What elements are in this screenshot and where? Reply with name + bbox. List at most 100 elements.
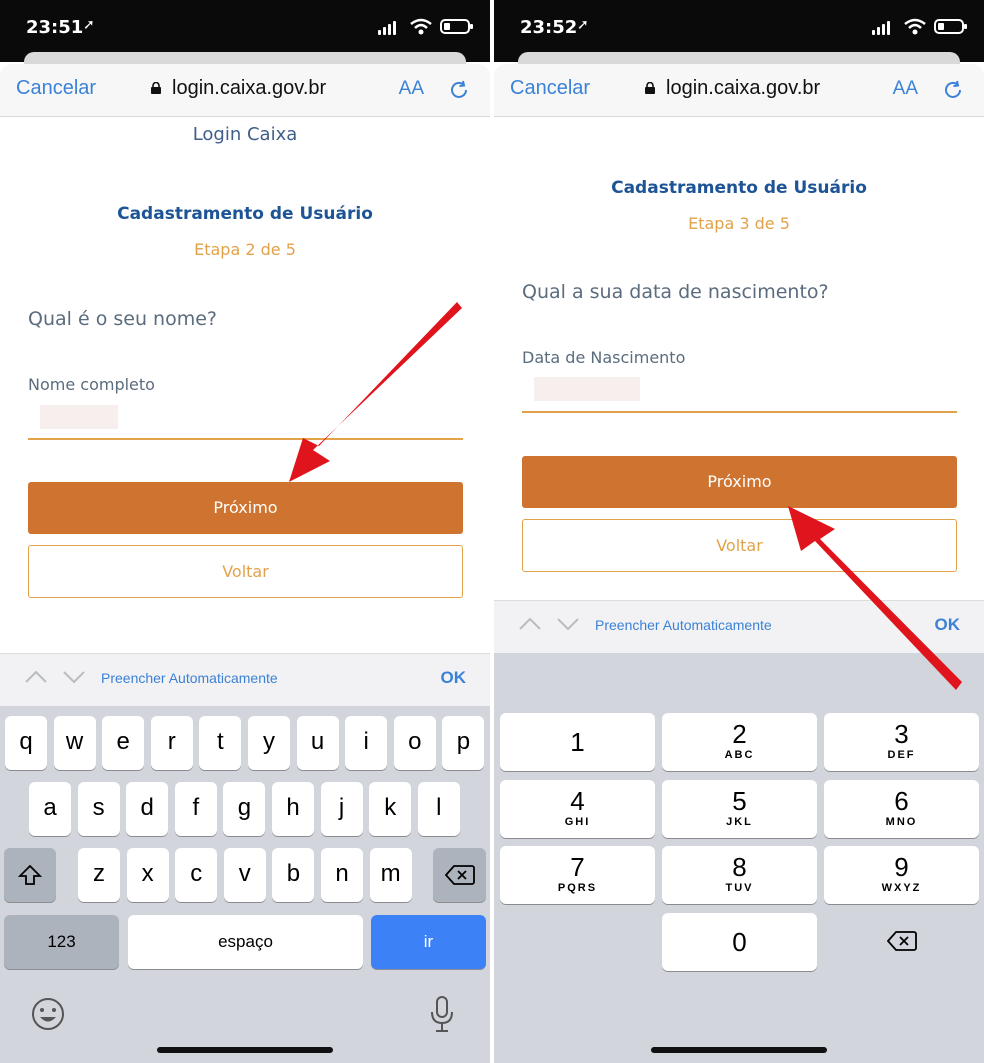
url-field[interactable]: login.caixa.gov.br	[644, 77, 820, 100]
key-o[interactable]: o	[393, 716, 436, 770]
next-button[interactable]: Próximo	[28, 482, 463, 534]
chevron-up-icon[interactable]	[519, 617, 541, 631]
keypad-key-8[interactable]: 8 TUV	[662, 846, 817, 904]
keypad-digit: 6	[894, 785, 909, 816]
keypad-letters: DEF	[887, 749, 916, 761]
key-b[interactable]: b	[272, 848, 315, 902]
key-p[interactable]: p	[442, 716, 485, 770]
name-input-underline	[28, 438, 463, 440]
key-j[interactable]: j	[320, 782, 363, 836]
key-w[interactable]: w	[53, 716, 96, 770]
name-input[interactable]	[40, 405, 118, 429]
chevron-down-icon[interactable]	[63, 670, 85, 684]
key-i[interactable]: i	[345, 716, 388, 770]
key-y[interactable]: y	[248, 716, 290, 770]
step-indicator: Etapa 2 de 5	[194, 240, 296, 259]
go-key[interactable]: ir	[371, 915, 486, 969]
browser-navbar: Cancelar login.caixa.gov.br AA	[494, 64, 984, 117]
keypad-key-3[interactable]: 3 DEF	[824, 713, 979, 771]
status-time: 23:51	[26, 17, 84, 38]
reload-icon[interactable]	[942, 79, 964, 101]
keypad-digit: 8	[732, 852, 747, 882]
battery-icon	[934, 19, 967, 34]
numeric-keypad: 1 2 ABC 3 DEF 4 GHI 5 JKL 6 MNO 7 PQRS 8 TUV 9 WXYZ 0	[494, 653, 984, 1063]
autofill-button[interactable]: Preencher Automaticamente	[101, 670, 278, 686]
question-text: Qual é o seu nome?	[28, 308, 217, 330]
reload-icon[interactable]	[448, 79, 470, 101]
back-button[interactable]: Voltar	[28, 545, 463, 598]
back-button[interactable]: Voltar	[522, 519, 957, 572]
text-size-button[interactable]: AA	[399, 78, 424, 100]
cellular-signal-icon	[872, 21, 892, 35]
birthdate-input[interactable]	[534, 377, 640, 401]
keypad-digit: 7	[570, 852, 585, 882]
keypad-key-2[interactable]: 2 ABC	[662, 713, 817, 771]
keypad-letters: WXYZ	[881, 882, 922, 894]
chevron-down-icon[interactable]	[557, 617, 579, 631]
key-k[interactable]: k	[369, 782, 412, 836]
keypad-digit: 2	[732, 719, 747, 749]
delete-key[interactable]	[433, 848, 486, 902]
keypad-key-7[interactable]: 7 PQRS	[500, 846, 655, 904]
key-d[interactable]: d	[126, 782, 169, 836]
keypad-digit: 9	[894, 852, 909, 882]
keypad-key-6[interactable]: 6 MNO	[824, 779, 979, 838]
url-text: login.caixa.gov.br	[172, 77, 327, 99]
keypad-key-1[interactable]: 1	[500, 713, 655, 771]
key-t[interactable]: t	[199, 716, 242, 770]
key-g[interactable]: g	[223, 782, 266, 836]
page-title: Cadastramento de Usuário	[611, 178, 867, 198]
key-f[interactable]: f	[174, 782, 217, 836]
emoji-icon[interactable]	[30, 996, 66, 1032]
cellular-signal-icon	[378, 21, 398, 35]
home-indicator	[157, 1047, 333, 1053]
text-size-button[interactable]: AA	[893, 78, 918, 100]
key-s[interactable]: s	[77, 782, 120, 836]
page-title: Cadastramento de Usuário	[117, 204, 373, 224]
key-u[interactable]: u	[296, 716, 339, 770]
autofill-button[interactable]: Preencher Automaticamente	[595, 617, 772, 633]
cancel-button[interactable]: Cancelar	[16, 77, 96, 100]
key-l[interactable]: l	[417, 782, 460, 836]
ok-button[interactable]: OK	[441, 668, 467, 688]
chevron-up-icon[interactable]	[25, 670, 47, 684]
key-h[interactable]: h	[272, 782, 314, 836]
delete-icon	[886, 931, 917, 951]
key-v[interactable]: v	[223, 848, 266, 902]
numbers-key[interactable]: 123	[4, 915, 119, 969]
shift-key[interactable]	[4, 848, 56, 902]
next-button[interactable]: Próximo	[522, 456, 957, 508]
left-phone-screen: 23:51 ➚ Cancelar login.caixa.gov.br AA L…	[0, 0, 490, 1063]
url-field[interactable]: login.caixa.gov.br	[150, 77, 326, 100]
cancel-button[interactable]: Cancelar	[510, 77, 590, 100]
keypad-letters: PQRS	[557, 882, 598, 894]
space-key[interactable]: espaço	[128, 915, 363, 969]
keypad-digit: 3	[894, 719, 909, 749]
keypad-digit: 0	[732, 926, 747, 957]
keypad-letters: GHI	[564, 815, 591, 828]
key-n[interactable]: n	[321, 848, 363, 902]
key-c[interactable]: c	[175, 848, 218, 902]
keypad-letters: TUV	[725, 882, 754, 894]
ok-button[interactable]: OK	[935, 615, 961, 635]
keypad-letters: MNO	[885, 815, 918, 828]
key-q[interactable]: q	[5, 716, 47, 770]
key-r[interactable]: r	[150, 716, 193, 770]
keypad-key-4[interactable]: 4 GHI	[500, 779, 655, 838]
browser-navbar: Cancelar login.caixa.gov.br AA	[0, 64, 490, 117]
keyboard: qwertyuiop asdfghjkl zxcvbnm 123 espaço …	[0, 706, 490, 1063]
keypad-key-0[interactable]: 0	[662, 912, 817, 971]
key-z[interactable]: z	[78, 848, 120, 902]
wifi-icon	[904, 18, 926, 35]
keypad-key-9[interactable]: 9 WXYZ	[824, 846, 979, 904]
keypad-delete-key[interactable]	[824, 912, 979, 970]
wifi-icon	[410, 18, 432, 35]
key-e[interactable]: e	[102, 716, 145, 770]
key-x[interactable]: x	[126, 848, 169, 902]
key-m[interactable]: m	[369, 848, 412, 902]
keypad-key-5[interactable]: 5 JKL	[662, 779, 817, 838]
question-text: Qual a sua data de nascimento?	[522, 281, 829, 303]
key-a[interactable]: a	[29, 782, 71, 836]
shift-icon	[17, 864, 43, 885]
microphone-icon[interactable]	[428, 994, 456, 1034]
